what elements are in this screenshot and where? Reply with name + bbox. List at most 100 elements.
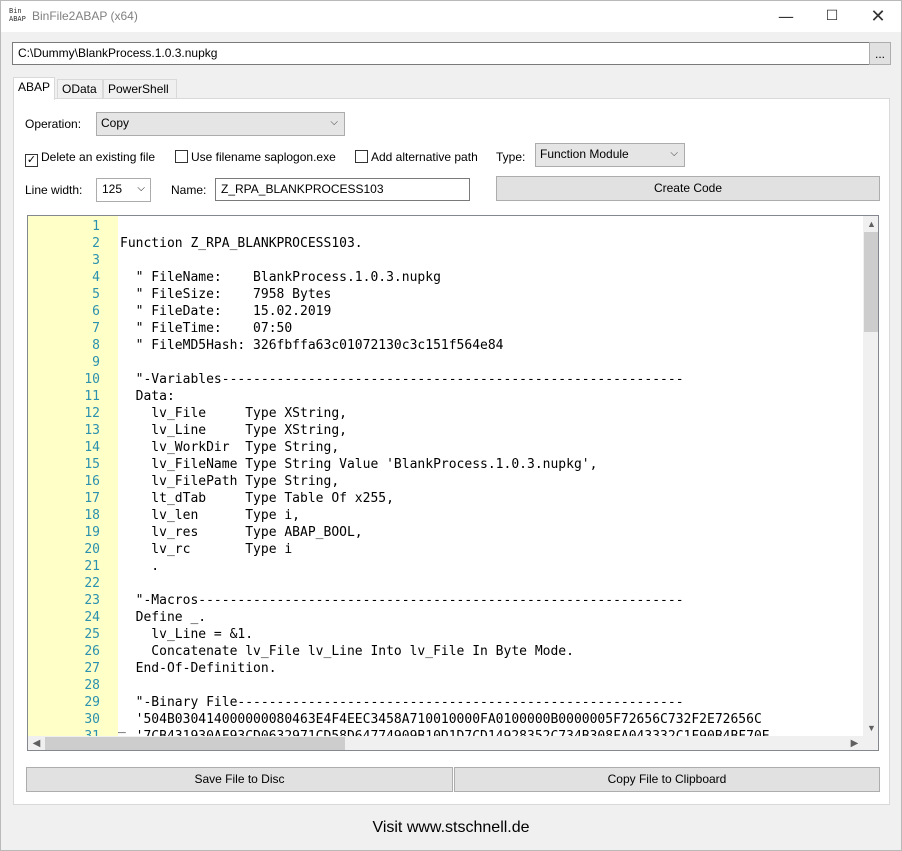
operation-select[interactable]: Copy ⌵ [96, 112, 345, 136]
code-line: 15 lv_FileName Type String Value 'BlankP… [28, 456, 863, 473]
code-line: 7 " FileTime: 07:50 [28, 320, 863, 337]
browse-button[interactable]: ... [869, 42, 891, 65]
line-number: 10 [84, 372, 100, 387]
code-line: 28 [28, 677, 863, 694]
use-saplogon-checkbox[interactable]: Use filename saplogon.exe [175, 150, 336, 164]
tab-abap[interactable]: ABAP [13, 77, 55, 100]
line-text: "-Macros--------------------------------… [120, 593, 684, 608]
use-saplogon-label: Use filename saplogon.exe [191, 150, 336, 164]
line-text: "-Variables-----------------------------… [120, 372, 684, 387]
line-number: 6 [92, 304, 100, 319]
code-line: 29 "-Binary File------------------------… [28, 694, 863, 711]
code-line: 30 '504B030414000000080463E4F4EEC3458A71… [28, 711, 863, 728]
line-text: lv_len Type i, [120, 508, 301, 523]
line-text: " FileTime: 07:50 [120, 321, 293, 336]
type-value: Function Module [540, 147, 629, 161]
line-number: 4 [92, 270, 100, 285]
type-select[interactable]: Function Module ⌵ [535, 143, 685, 167]
code-line: 9 [28, 354, 863, 371]
code-line: 8 " FileMD5Hash: 326fbffa63c01072130c3c1… [28, 337, 863, 354]
horizontal-scrollbar[interactable]: ◀ ▶ [28, 736, 863, 750]
name-label: Name: [171, 183, 207, 197]
operation-label: Operation: [25, 117, 82, 131]
add-alt-path-label: Add alternative path [371, 150, 478, 164]
code-line: 25 lv_Line = &1. [28, 626, 863, 643]
code-line: 24 Define _. [28, 609, 863, 626]
code-editor[interactable]: 1 2 Function Z_RPA_BLANKPROCESS103. 3 4 " Fi… [27, 215, 879, 751]
maximize-button[interactable]: ☐ [809, 1, 855, 32]
tab-powershell[interactable]: PowerShell [103, 79, 177, 99]
code-line: 13 lv_Line Type XString, [28, 422, 863, 439]
line-text: "-Binary File---------------------------… [120, 695, 684, 710]
line-number: 1 [92, 219, 100, 234]
line-number: 29 [84, 695, 100, 710]
line-number: 17 [84, 491, 100, 506]
checkbox-empty-icon [175, 150, 188, 163]
line-text: " FileDate: 15.02.2019 [120, 304, 332, 319]
line-number: 12 [84, 406, 100, 421]
type-label: Type: [496, 150, 526, 164]
line-number: 14 [84, 440, 100, 455]
code-area[interactable]: 1 2 Function Z_RPA_BLANKPROCESS103. 3 4 " Fi… [28, 216, 863, 736]
code-line: 16 lv_FilePath Type String, [28, 473, 863, 490]
line-text: Function Z_RPA_BLANKPROCESS103. [120, 236, 363, 251]
code-line: 20 lv_rc Type i [28, 541, 863, 558]
line-text: '7CB431930AF93CD0632971CD58D64774909B10D… [120, 728, 770, 736]
add-alt-path-checkbox[interactable]: Add alternative path [355, 150, 478, 164]
save-file-button[interactable]: Save File to Disc [26, 767, 453, 792]
line-text: Define _. [120, 610, 207, 625]
line-number: 7 [92, 321, 100, 336]
copy-clipboard-button[interactable]: Copy File to Clipboard [454, 767, 880, 792]
line-number: 24 [84, 610, 100, 625]
horizontal-scroll-thumb[interactable] [45, 737, 345, 750]
close-button[interactable]: ✕ [855, 1, 901, 32]
line-number: 20 [84, 542, 100, 557]
scroll-down-icon[interactable]: ▼ [863, 720, 878, 736]
code-line: 18 lv_len Type i, [28, 507, 863, 524]
file-path-input[interactable]: C:\Dummy\BlankProcess.1.0.3.nupkg [12, 42, 870, 65]
scroll-left-icon[interactable]: ◀ [28, 736, 45, 750]
line-number: 5 [92, 287, 100, 302]
scroll-right-icon[interactable]: ▶ [846, 736, 863, 750]
code-line: 2 Function Z_RPA_BLANKPROCESS103. [28, 235, 863, 252]
line-width-label: Line width: [25, 183, 83, 197]
code-line: 10 "-Variables--------------------------… [28, 371, 863, 388]
line-text: lv_File Type XString, [120, 406, 347, 421]
line-text: lv_WorkDir Type String, [120, 440, 340, 455]
checkbox-empty-icon [355, 150, 368, 163]
minimize-button[interactable]: — [763, 1, 809, 32]
footer-link[interactable]: Visit www.stschnell.de [1, 819, 901, 837]
create-code-button[interactable]: Create Code [496, 176, 880, 201]
line-text: End-Of-Definition. [120, 661, 277, 676]
code-line: 3 [28, 252, 863, 269]
line-text: lv_res Type ABAP_BOOL, [120, 525, 363, 540]
code-line: 19 lv_res Type ABAP_BOOL, [28, 524, 863, 541]
line-number: 8 [92, 338, 100, 353]
line-text: lt_dTab Type Table Of x255, [120, 491, 394, 506]
line-text: lv_Line = &1. [120, 627, 254, 642]
line-number: 3 [92, 253, 100, 268]
app-icon: Bin ABAP [9, 7, 26, 23]
name-input[interactable]: Z_RPA_BLANKPROCESS103 [215, 178, 470, 201]
line-width-value: 125 [102, 182, 123, 196]
scroll-up-icon[interactable]: ▲ [863, 216, 878, 232]
line-number: 21 [84, 559, 100, 574]
code-line: 21 . [28, 558, 863, 575]
window-title: BinFile2ABAP (x64) [32, 9, 138, 23]
line-text: lv_rc Type i [120, 542, 293, 557]
code-line: 22 [28, 575, 863, 592]
title-bar: Bin ABAP BinFile2ABAP (x64) — ☐ ✕ [1, 1, 901, 32]
line-number: 15 [84, 457, 100, 472]
delete-existing-checkbox[interactable]: ✓ Delete an existing file [25, 150, 155, 167]
line-number: 23 [84, 593, 100, 608]
line-text: . [120, 559, 160, 574]
line-number: 25 [84, 627, 100, 642]
line-number: 18 [84, 508, 100, 523]
vertical-scrollbar[interactable]: ▲ ▼ [863, 216, 878, 736]
tab-odata[interactable]: OData [57, 79, 103, 99]
line-number: 16 [84, 474, 100, 489]
vertical-scroll-thumb[interactable] [864, 232, 878, 332]
code-line: 6 " FileDate: 15.02.2019 [28, 303, 863, 320]
line-number: 30 [84, 712, 100, 727]
line-width-select[interactable]: 125 ⌵ [96, 178, 151, 202]
